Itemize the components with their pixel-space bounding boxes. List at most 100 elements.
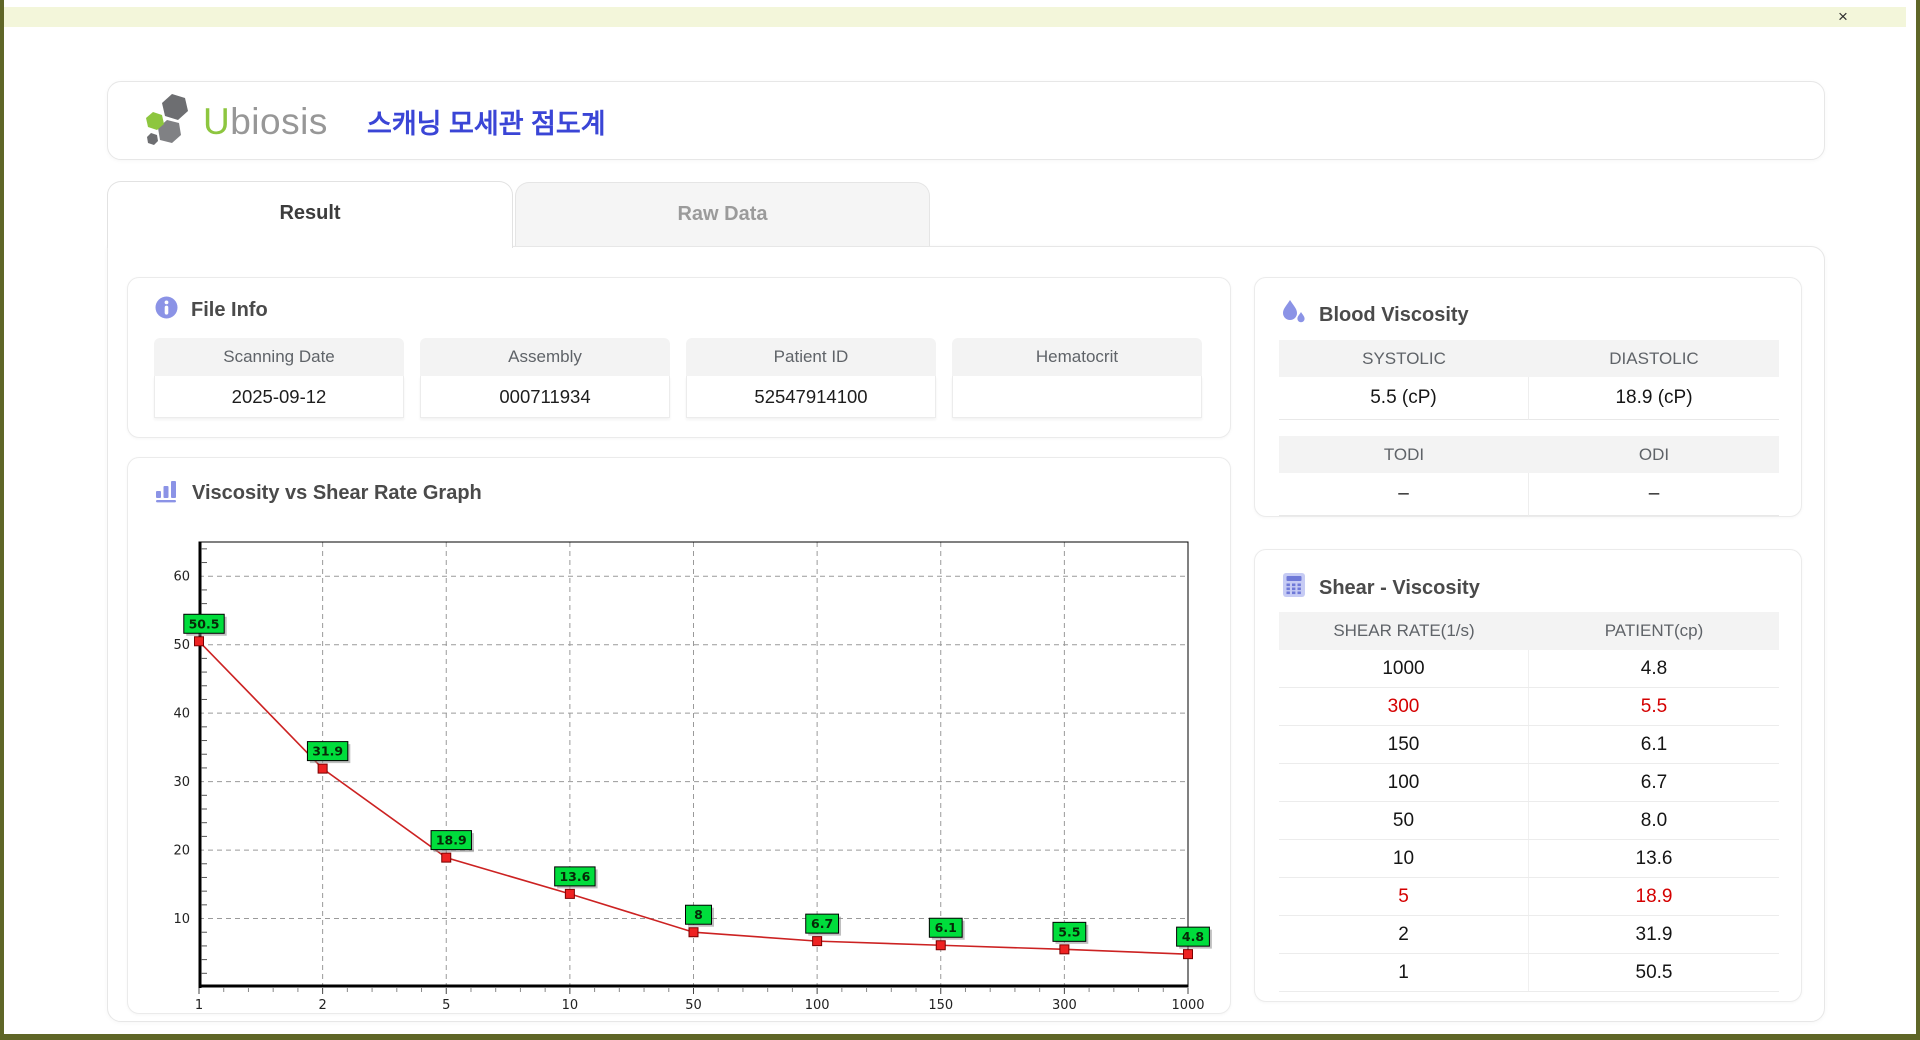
patient-value-cell: 18.9 bbox=[1635, 885, 1673, 907]
file-info-field: Assembly 000711934 bbox=[420, 338, 670, 418]
shear-rate-cell: 50 bbox=[1279, 802, 1529, 839]
window-titlebar: × bbox=[4, 7, 1906, 27]
tab-raw-data[interactable]: Raw Data bbox=[515, 182, 930, 246]
svg-text:2: 2 bbox=[318, 998, 326, 1012]
svg-text:4.8: 4.8 bbox=[1182, 929, 1204, 944]
table-row: 1000 4.8 bbox=[1279, 650, 1779, 688]
svg-text:50: 50 bbox=[173, 638, 190, 653]
patient-value-cell: 5.5 bbox=[1640, 695, 1668, 717]
shear-column-header: SHEAR RATE(1/s) bbox=[1333, 621, 1475, 640]
svg-text:8: 8 bbox=[694, 907, 703, 922]
bv-header-cell: TODI bbox=[1279, 436, 1529, 473]
shear-table-header: SHEAR RATE(1/s) PATIENT(cp) bbox=[1279, 612, 1779, 650]
svg-text:13.6: 13.6 bbox=[559, 869, 590, 884]
table-row: 50 8.0 bbox=[1279, 802, 1779, 840]
viscosity-graph-card: Viscosity vs Shear Rate Graph 10 20 30 40 50… bbox=[127, 457, 1231, 1014]
graph-title: Viscosity vs Shear Rate Graph bbox=[192, 482, 482, 504]
bv-value-cell: 5.5 (cP) bbox=[1279, 377, 1529, 420]
shear-viscosity-table: SHEAR RATE(1/s) PATIENT(cp) 1000 4.8 300 5.5 1… bbox=[1279, 612, 1779, 992]
file-info-field-label: Scanning Date bbox=[154, 338, 404, 376]
bv-value-row: 5.5 (cP) 18.9 (cP) bbox=[1279, 377, 1779, 420]
shear-rate-cell: 1000 bbox=[1279, 650, 1529, 687]
svg-text:300: 300 bbox=[1052, 998, 1077, 1012]
table-row: 150 6.1 bbox=[1279, 726, 1779, 764]
blood-viscosity-card: Blood Viscosity SYSTOLIC DIASTOLIC 5.5 (cP… bbox=[1254, 277, 1802, 517]
bv-header-cell: DIASTOLIC bbox=[1529, 340, 1779, 377]
patient-value-cell: 4.8 bbox=[1640, 657, 1668, 679]
shear-rate-cell: 2 bbox=[1279, 916, 1529, 953]
app-title-korean: 스캐닝 모세관 점도계 bbox=[367, 109, 606, 139]
file-info-field: Hematocrit bbox=[952, 338, 1202, 418]
bv-value-cell: – bbox=[1529, 473, 1779, 516]
shear-rate-cell: 300 bbox=[1279, 688, 1529, 725]
bv-header-row: TODI ODI bbox=[1279, 436, 1779, 473]
shear-rate-cell: 100 bbox=[1279, 764, 1529, 801]
file-info-field-value: 52547914100 bbox=[686, 376, 936, 418]
svg-text:150: 150 bbox=[928, 998, 953, 1012]
blood-viscosity-table: TODI ODI – – bbox=[1279, 436, 1779, 516]
file-info-title: File Info bbox=[191, 299, 268, 321]
svg-text:60: 60 bbox=[173, 570, 190, 585]
calculator-icon bbox=[1281, 572, 1307, 604]
file-info-field-label: Hematocrit bbox=[952, 338, 1202, 376]
file-info-field: Scanning Date 2025-09-12 bbox=[154, 338, 404, 418]
table-row: 2 31.9 bbox=[1279, 916, 1779, 954]
shear-column-header: PATIENT(cp) bbox=[1604, 621, 1704, 640]
svg-text:5: 5 bbox=[442, 998, 450, 1012]
svg-text:18.9: 18.9 bbox=[436, 833, 467, 848]
svg-text:10: 10 bbox=[562, 998, 579, 1012]
patient-value-cell: 8.0 bbox=[1640, 809, 1668, 831]
svg-text:10: 10 bbox=[173, 912, 190, 927]
table-row: 10 13.6 bbox=[1279, 840, 1779, 878]
svg-text:50.5: 50.5 bbox=[189, 616, 220, 631]
table-row: 100 6.7 bbox=[1279, 764, 1779, 802]
svg-text:31.9: 31.9 bbox=[312, 744, 343, 759]
ubiosis-logo: Ubiosis bbox=[145, 94, 328, 149]
bv-header-cell: ODI bbox=[1529, 436, 1779, 473]
info-icon bbox=[154, 295, 179, 326]
svg-text:6.7: 6.7 bbox=[811, 916, 833, 931]
blood-viscosity-title: Blood Viscosity bbox=[1319, 303, 1469, 326]
svg-text:50: 50 bbox=[685, 998, 702, 1012]
blood-viscosity-table: SYSTOLIC DIASTOLIC 5.5 (cP) 18.9 (cP) bbox=[1279, 340, 1779, 420]
shear-rate-cell: 10 bbox=[1279, 840, 1529, 877]
bv-header-row: SYSTOLIC DIASTOLIC bbox=[1279, 340, 1779, 377]
header-card: Ubiosis 스캐닝 모세관 점도계 bbox=[107, 81, 1825, 160]
bv-value-cell: 18.9 (cP) bbox=[1529, 377, 1779, 420]
file-info-field: Patient ID 52547914100 bbox=[686, 338, 936, 418]
file-info-field-value bbox=[952, 376, 1202, 418]
table-row: 1 50.5 bbox=[1279, 954, 1779, 992]
svg-text:5.5: 5.5 bbox=[1058, 924, 1080, 939]
table-row: 300 5.5 bbox=[1279, 688, 1779, 726]
blood-drops-icon bbox=[1281, 298, 1307, 332]
file-info-field-value: 2025-09-12 bbox=[154, 376, 404, 418]
hexagon-logo-icon bbox=[145, 92, 197, 151]
close-icon[interactable]: × bbox=[1832, 7, 1854, 27]
patient-value-cell: 13.6 bbox=[1635, 847, 1673, 869]
patient-value-cell: 6.1 bbox=[1640, 733, 1668, 755]
table-row: 5 18.9 bbox=[1279, 878, 1779, 916]
bv-value-cell: – bbox=[1279, 473, 1529, 516]
viscosity-chart: 10 20 30 40 50 60 1 2 5 10 50 100 150 300 1000 50.5 31.9… bbox=[128, 520, 1232, 1017]
svg-text:6.1: 6.1 bbox=[935, 920, 957, 935]
file-info-field-label: Patient ID bbox=[686, 338, 936, 376]
svg-text:20: 20 bbox=[173, 844, 190, 859]
shear-viscosity-card: Shear - Viscosity SHEAR RATE(1/s) PATIENT… bbox=[1254, 549, 1802, 1002]
svg-text:30: 30 bbox=[173, 775, 190, 790]
patient-value-cell: 31.9 bbox=[1635, 923, 1673, 945]
app-window: × Ubiosis 스캐닝 모세관 점도계 Result Raw Data Fi… bbox=[0, 0, 1920, 1040]
tab-result[interactable]: Result bbox=[107, 181, 513, 248]
file-info-fields: Scanning Date 2025-09-12 Assembly 000711934… bbox=[154, 338, 1202, 418]
bv-value-row: – – bbox=[1279, 473, 1779, 516]
shear-rate-cell: 5 bbox=[1279, 878, 1529, 915]
patient-value-cell: 6.7 bbox=[1640, 771, 1668, 793]
shear-rate-cell: 150 bbox=[1279, 726, 1529, 763]
svg-text:1000: 1000 bbox=[1171, 998, 1204, 1012]
bv-header-cell: SYSTOLIC bbox=[1279, 340, 1529, 377]
file-info-field-label: Assembly bbox=[420, 338, 670, 376]
result-panel: File Info Scanning Date 2025-09-12 Assembl… bbox=[107, 246, 1825, 1022]
file-info-card: File Info Scanning Date 2025-09-12 Assembl… bbox=[127, 277, 1231, 438]
logo-wordmark: Ubiosis bbox=[203, 100, 328, 142]
svg-text:1: 1 bbox=[195, 998, 203, 1012]
svg-text:40: 40 bbox=[173, 707, 190, 722]
